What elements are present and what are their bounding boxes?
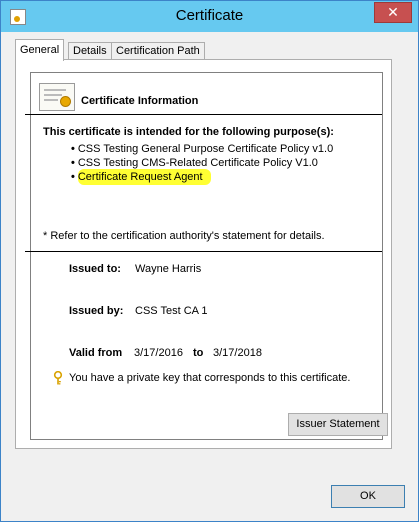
purpose-list: • CSS Testing General Purpose Certificate…: [71, 142, 334, 185]
header-divider: [25, 114, 382, 115]
tab-general[interactable]: General: [15, 39, 65, 61]
ok-button[interactable]: OK: [331, 485, 405, 508]
issued-to-label: Issued to:: [69, 263, 121, 275]
valid-from-value: 3/17/2016: [134, 347, 183, 359]
purpose-item-highlighted: • Certificate Request Agent: [71, 169, 333, 185]
tab-details[interactable]: Details: [68, 42, 112, 60]
general-tab-panel: [15, 59, 392, 449]
key-icon: [53, 371, 63, 385]
issuer-statement-button[interactable]: Issuer Statement: [288, 413, 388, 436]
certificate-window: Certificate ✕ General Details Certificat…: [0, 0, 419, 522]
title-bar[interactable]: Certificate ✕: [1, 1, 418, 32]
valid-from-label: Valid from: [69, 347, 123, 359]
certificate-image-icon: [39, 83, 75, 111]
fields-divider: [25, 251, 382, 252]
purpose-item: • CSS Testing General Purpose Certificate…: [71, 143, 334, 155]
private-key-text: You have a private key that corresponds …: [69, 372, 351, 384]
issued-by-value: CSS Test CA 1: [135, 305, 208, 317]
certificate-info-heading: Certificate Information: [81, 95, 199, 107]
valid-to-value: 3/17/2018: [213, 347, 262, 359]
ca-statement-note: * Refer to the certification authority's…: [43, 230, 325, 242]
window-title: Certificate: [175, 7, 244, 24]
close-button[interactable]: ✕: [374, 2, 412, 23]
issued-to-value: Wayne Harris: [135, 263, 202, 275]
issued-by-label: Issued by:: [69, 305, 124, 317]
tab-certification-path[interactable]: Certification Path: [111, 42, 205, 60]
purpose-heading: This certificate is intended for the fol…: [43, 126, 334, 138]
purpose-item: • CSS Testing CMS-Related Certificate Pol…: [71, 157, 318, 169]
valid-to-label: to: [193, 347, 204, 359]
